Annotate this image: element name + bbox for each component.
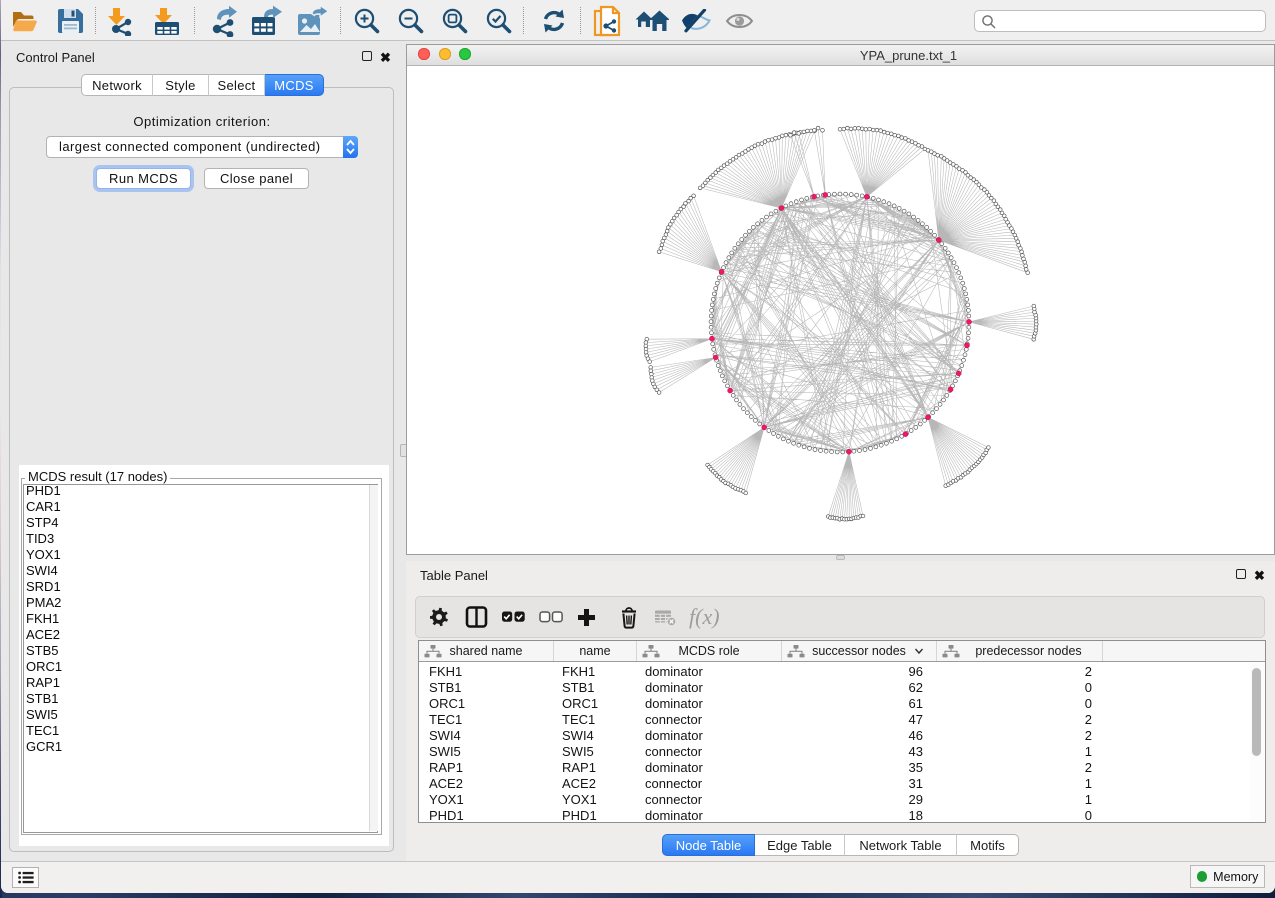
svg-text:f(x): f(x) — [689, 604, 720, 629]
